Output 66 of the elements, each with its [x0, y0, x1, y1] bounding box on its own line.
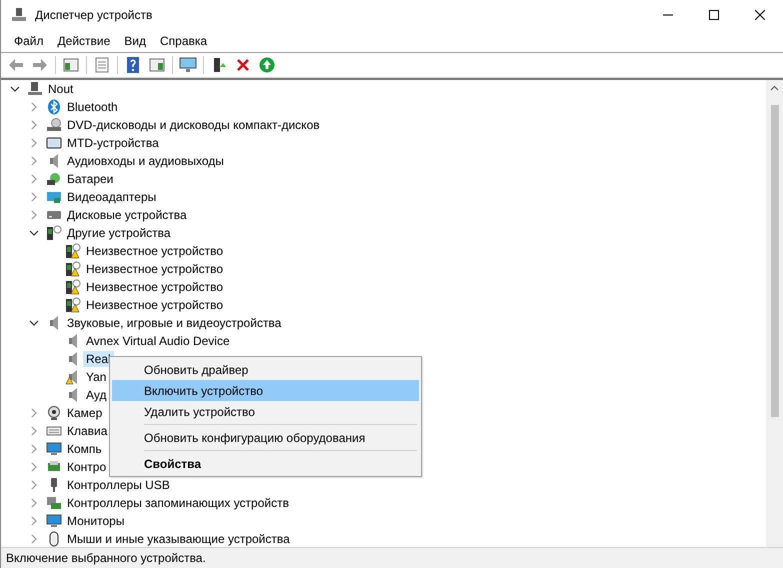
webcam-icon — [46, 405, 62, 421]
monitor-icon — [46, 441, 62, 457]
tree-item[interactable]: Камер — [64, 405, 106, 421]
unknown-device-warning-icon — [65, 297, 81, 313]
unknown-device-warning-icon — [65, 261, 81, 277]
monitor-icon — [179, 57, 197, 73]
tree-item[interactable]: Звуковые, игровые и видеоустройства — [64, 315, 284, 331]
tree-item[interactable]: Контроллеры USB — [64, 477, 173, 493]
unknown-device-warning-icon — [65, 243, 81, 259]
menu-item[interactable]: Файл — [7, 34, 51, 48]
tree-item[interactable]: Неизвестное устройство — [83, 243, 226, 259]
battery-icon — [46, 171, 62, 187]
tree-item[interactable]: Контроллеры запоминающих устройств — [64, 495, 292, 511]
app-icon — [11, 7, 27, 23]
tree-item[interactable]: Неизвестное устройство — [83, 279, 226, 295]
tree-item[interactable]: Батареи — [64, 171, 116, 187]
display-adapter-icon — [46, 189, 62, 205]
tree-item[interactable]: Avnex Virtual Audio Device — [83, 333, 233, 349]
tree-item[interactable]: Другие устройства — [64, 225, 174, 241]
properties-sheet-icon — [94, 57, 110, 73]
storage-controller-icon — [46, 495, 62, 511]
device-arrow-icon — [211, 57, 227, 73]
computer-icon — [27, 81, 43, 97]
menu-item[interactable]: Вид — [117, 34, 153, 48]
context-menu-item[interactable]: Обновить драйвер — [112, 359, 419, 380]
up-arrow-circle-icon — [259, 57, 275, 73]
tree-item[interactable]: Неизвестное устройство — [83, 261, 226, 277]
menu-item[interactable]: Справка — [153, 34, 214, 48]
status-text: Включение выбранного устройства. — [5, 551, 206, 565]
context-menu-item[interactable]: Свойства — [112, 453, 419, 474]
tree-item[interactable]: DVD-дисководы и дисководы компакт-дисков — [64, 117, 323, 133]
tree-item[interactable]: Nout — [45, 81, 76, 97]
tree-item[interactable]: MTD-устройства — [64, 135, 162, 151]
action-pane-icon — [149, 57, 165, 73]
menu-item[interactable]: Действие — [50, 34, 118, 48]
window-title: Диспетчер устройств — [35, 8, 154, 22]
tree-item[interactable]: Yan — [83, 369, 110, 385]
context-menu-item[interactable]: Обновить конфигурацию оборудования — [112, 427, 419, 448]
tree-item[interactable]: Клавиа — [64, 423, 110, 439]
forward-arrow-icon — [32, 57, 48, 73]
context-menu-item[interactable]: Включить устройство — [112, 380, 419, 401]
help-icon — [125, 57, 141, 73]
tree-item[interactable]: Ауд — [83, 387, 110, 403]
tree-item[interactable]: Компь — [64, 441, 105, 457]
tree-item[interactable]: Контро — [64, 459, 110, 475]
tree-item[interactable]: Bluetooth — [64, 99, 121, 115]
tree-item[interactable]: Мыши и иные указывающие устройства — [64, 531, 293, 547]
tree-item[interactable]: Аудиовходы и аудиовыходы — [64, 153, 227, 169]
back-arrow-icon — [8, 57, 24, 73]
tree-item[interactable]: Дисковые устройства — [64, 207, 190, 223]
bluetooth-icon — [46, 99, 62, 115]
unknown-device-warning-icon — [65, 279, 81, 295]
context-menu-item[interactable]: Удалить устройство — [112, 401, 419, 422]
monitor-icon — [46, 513, 62, 529]
disc-drive-icon — [46, 117, 62, 133]
tree-item[interactable]: Неизвестное устройство — [83, 297, 226, 313]
scrollbar[interactable] — [766, 80, 783, 547]
cross-icon — [236, 58, 250, 72]
scroll-up-icon[interactable] — [770, 85, 779, 91]
memory-card-icon — [46, 135, 62, 151]
unknown-device-icon — [46, 225, 62, 241]
console-tree-icon — [63, 57, 79, 73]
tree-item[interactable]: Видеоадаптеры — [64, 189, 160, 205]
close-icon — [755, 10, 765, 20]
tree-item[interactable]: Мониторы — [64, 513, 128, 529]
maximize-icon — [709, 10, 719, 20]
